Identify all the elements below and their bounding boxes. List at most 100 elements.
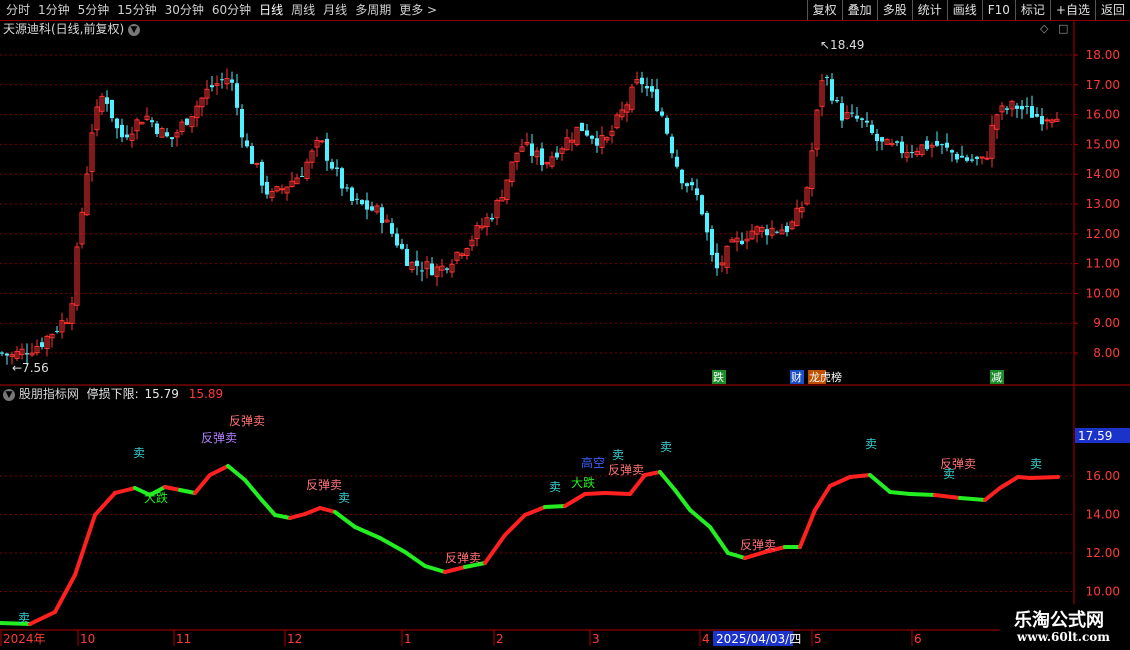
signal-label: 反弹卖 [445,551,481,565]
indicator-tick-label: 12.00 [1086,546,1120,560]
signal-label: 反弹卖 [306,478,342,492]
event-marker-label: 减 [991,371,1002,384]
candle-body-down [1040,116,1044,125]
candle-body-down [25,353,29,355]
candle-body-down [220,79,224,81]
high-price-label: ↖18.49 [820,38,864,52]
stock-title: 天源迪科(日线,前复权) [3,22,125,36]
signal-label: 卖 [612,448,624,462]
candle-body-down [950,150,954,153]
candle-body-down [445,268,449,270]
candle-body-up [64,322,70,325]
candle-body-down [765,229,769,236]
curve-segment-fall [403,550,427,568]
signal-label: 卖 [133,446,145,460]
chevron-down-icon[interactable]: ▼ [3,388,15,401]
indicator-curve: 卖大跌反弹卖反弹卖卖反弹卖卖反弹卖卖 大跌高空卖反弹卖卖反弹卖卖反弹卖卖卖 [0,414,1060,626]
date-label: 4 [702,632,710,646]
signal-label: 高空 [581,455,605,470]
candle-body-down [925,140,929,150]
candle-body-down [875,133,879,141]
signal-label: 卖 [18,611,30,625]
chevron-down-icon[interactable]: ▼ [128,23,141,36]
event-marker-label: 龙虎榜 [809,370,842,384]
square-icon[interactable]: □ [1058,22,1068,35]
candle-body-down [825,76,829,78]
candle-body-down [150,120,154,123]
curve-segment-fall [243,478,262,500]
candle-body-down [265,181,269,195]
candle-body-down [1025,105,1029,107]
stop-loss-value-red: 15.89 [188,387,224,401]
signal-label: 反弹卖 [229,414,265,428]
candle-body-down [230,79,234,83]
date-label: 5 [814,632,822,646]
candle-body-down [700,195,704,215]
curve-segment-fall [908,492,937,497]
candle-body-down [1030,106,1034,118]
candle-body-down [740,240,744,244]
candle-body-down [415,260,419,266]
indicator-tick-label: 16.00 [1086,469,1120,483]
candle-body-down [1020,106,1024,110]
price-tick-label: 14.00 [1086,167,1120,181]
curve-segment-rise [163,485,182,492]
price-tick-label: 16.00 [1086,108,1120,122]
price-tick-label: 15.00 [1086,137,1120,151]
date-label: 11 [176,632,191,646]
candle-body-up [254,162,260,165]
indicator-tick-label: 14.00 [1086,508,1120,522]
candle-body-down [1005,108,1009,110]
signal-label: 卖 [865,437,877,451]
candle-body-down [835,100,839,102]
curve-segment-rise [828,475,852,488]
candle-body-down [670,136,674,154]
curve-segment-fall [378,536,407,554]
candle-body-down [695,188,699,196]
main-chart-title: 天源迪科(日线,前复权) ▼ [3,21,141,37]
candle-body-down [395,233,399,246]
candle-body-down [965,157,969,161]
candle-body-down [975,156,979,159]
curve-segment-rise [503,513,527,537]
candle-body-down [260,161,264,186]
low-price-label: ←7.56 [12,361,49,375]
candle-body-down [775,231,779,233]
indicator-title: ▼ 股朋指标网 停损下限: 15.79 15.89 [3,386,223,402]
candle-body-down [400,244,404,249]
diamond-icon[interactable]: ◇ [1040,22,1048,35]
candle-body-down [405,248,409,266]
signal-label: 卖 [660,440,672,454]
candle-body-down [125,134,129,138]
candle-body-down [55,330,59,332]
candle-body-down [660,111,664,116]
date-label: 2 [496,632,504,646]
candle-body-down [330,162,334,169]
candle-body-down [490,217,494,220]
stop-loss-value: 15.79 [144,387,179,401]
candle-body-down [345,187,349,189]
candle-body-down [675,156,679,167]
candle-body-down [300,175,304,177]
date-label: 1 [404,632,412,646]
chart-canvas[interactable]: 18.0017.0016.0015.0014.0013.0012.0011.00… [0,0,1130,650]
watermark: 乐淘公式网 www.60lt.com [1000,604,1130,650]
curve-segment-rise [848,473,872,479]
candle-body-down [110,99,114,119]
curve-segment-rise [983,486,1002,502]
candle-body-down [40,342,44,347]
curve-segment-rise [998,475,1020,490]
curve-segment-fall [958,496,987,502]
candle-body-down [595,138,599,146]
price-tick-label: 12.00 [1086,227,1120,241]
watermark-url: www.60lt.com [1017,630,1110,644]
candle-body-down [655,89,659,111]
curve-segment-rise [483,533,507,565]
candle-body-down [355,198,359,200]
curve-segment-fall [726,551,747,560]
candle-body-down [390,223,394,234]
chart-controls: ◇ □ [1040,22,1074,35]
candle-body-down [900,141,904,154]
curve-segment-fall [353,525,382,540]
curve-segment-fall [708,525,730,555]
